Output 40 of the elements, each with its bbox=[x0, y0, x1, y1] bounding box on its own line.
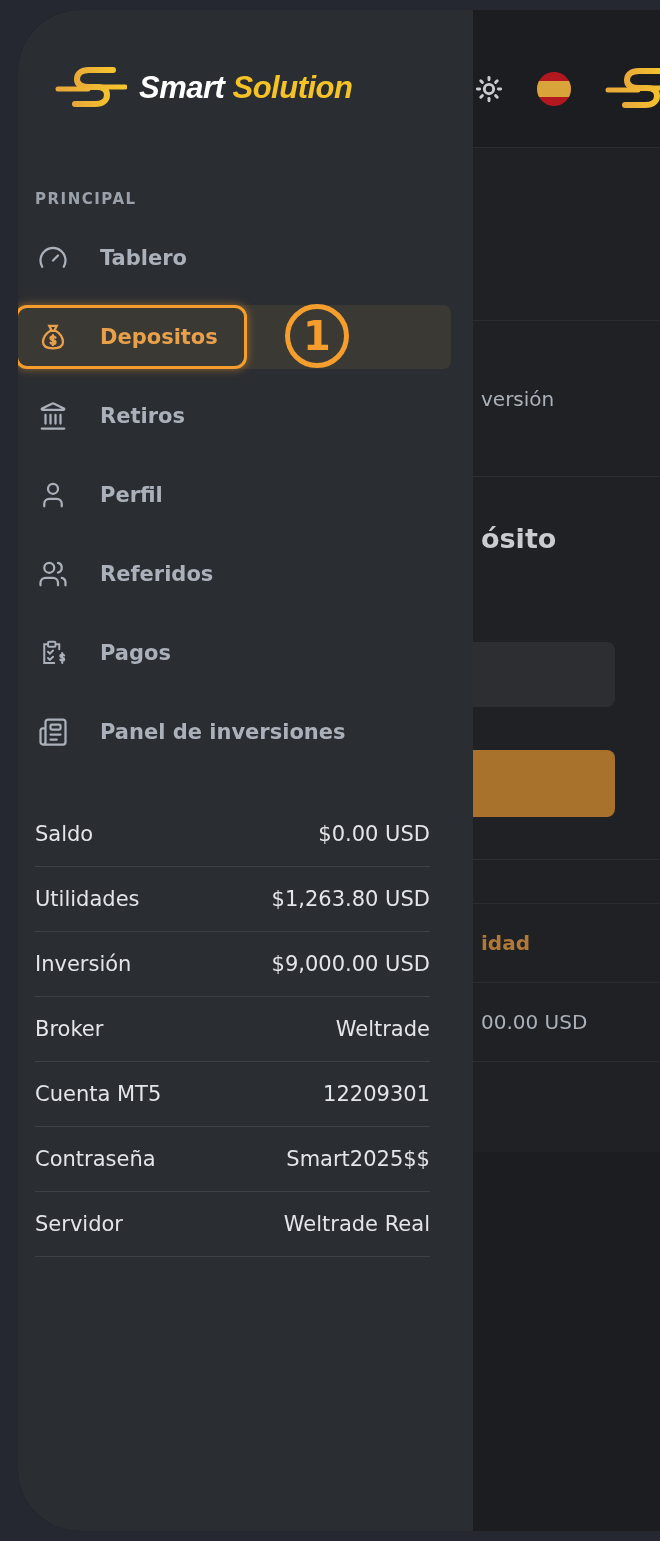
stat-value: $1,263.80 USD bbox=[271, 887, 430, 911]
newspaper-icon bbox=[38, 717, 68, 747]
bank-icon bbox=[38, 401, 68, 431]
brand-name: Smart Solution bbox=[139, 69, 353, 106]
nav-item[interactable]: Perfil bbox=[18, 463, 451, 527]
column-header: idad bbox=[481, 931, 530, 955]
nav-label: Depositos bbox=[100, 325, 218, 349]
nav-label: Tablero bbox=[100, 246, 188, 270]
stat-label: Inversión bbox=[35, 952, 132, 976]
stat-label: Contraseña bbox=[35, 1147, 156, 1171]
nav-label: Pagos bbox=[100, 641, 171, 665]
nav-item[interactable]: Panel de inversiones bbox=[18, 700, 451, 764]
sun-icon[interactable] bbox=[475, 74, 503, 103]
stat-value: $0.00 USD bbox=[318, 822, 430, 846]
stat-label: Broker bbox=[35, 1017, 104, 1041]
stat-label: Saldo bbox=[35, 822, 94, 846]
nav-label: Retiros bbox=[100, 404, 185, 428]
nav-item[interactable]: Referidos bbox=[18, 542, 451, 606]
stat-value: Smart2025$$ bbox=[286, 1147, 430, 1171]
nav-label: Panel de inversiones bbox=[100, 720, 346, 744]
stat-value: $9,000.00 USD bbox=[271, 952, 430, 976]
step-number: 1 bbox=[285, 304, 349, 368]
flag-icon[interactable] bbox=[537, 71, 571, 106]
stat-value: Weltrade bbox=[335, 1017, 430, 1041]
stat-value: 12209301 bbox=[323, 1082, 430, 1106]
nav-label: Referidos bbox=[100, 562, 214, 586]
stat-label: Utilidades bbox=[35, 887, 140, 911]
users-icon bbox=[38, 559, 68, 589]
section-title: PRINCIPAL bbox=[35, 190, 138, 208]
card-title: ósito bbox=[481, 523, 558, 554]
stat-label: Servidor bbox=[35, 1212, 123, 1236]
tab-label[interactable]: versión bbox=[481, 386, 555, 411]
nav-item[interactable]: Depositos 1 bbox=[18, 305, 451, 369]
nav-label: Perfil bbox=[100, 483, 163, 507]
nav-item[interactable]: Tablero bbox=[18, 226, 451, 290]
stat-label: Cuenta MT5 bbox=[35, 1082, 162, 1106]
table-cell: 00.00 USD bbox=[481, 1010, 588, 1034]
nav-item[interactable]: Retiros bbox=[18, 384, 451, 448]
nav-item[interactable]: Pagos bbox=[18, 621, 451, 685]
stat-value: Weltrade Real bbox=[283, 1212, 430, 1236]
